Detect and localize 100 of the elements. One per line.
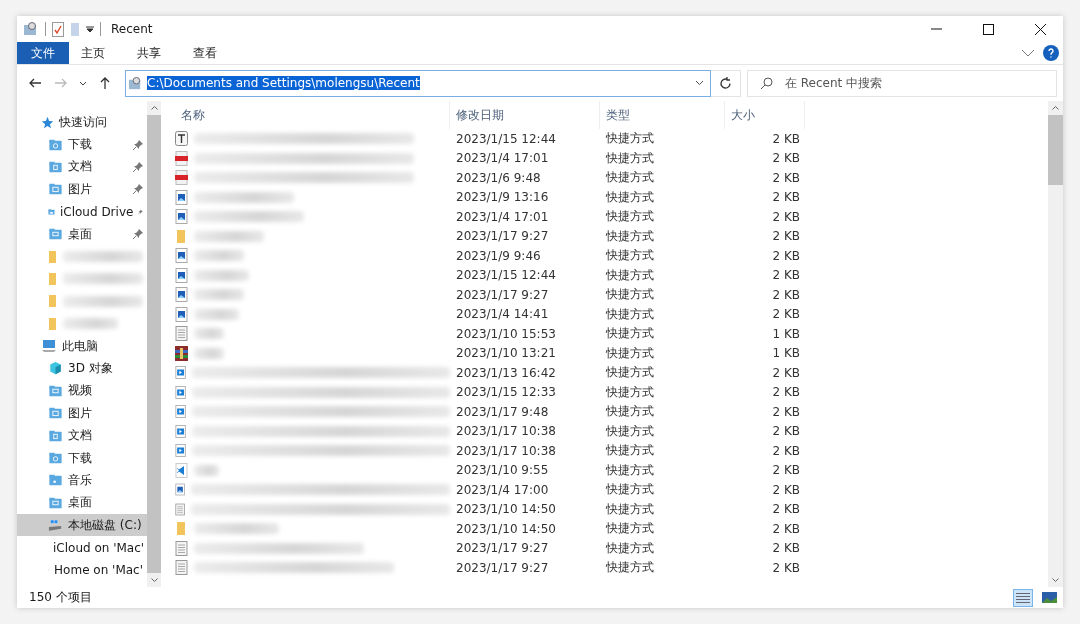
scrollbar[interactable]	[1048, 101, 1063, 587]
size-cell-text: 2 KB	[771, 229, 801, 244]
type-cell-text: 快捷方式	[605, 286, 655, 304]
date-cell-text: 2023/1/17 9:27	[455, 560, 550, 575]
nav-item[interactable]: 本地磁盘 (C:)	[17, 514, 147, 537]
nav-item[interactable]: 图片	[17, 402, 147, 425]
window-title: Recent	[111, 22, 154, 36]
type-cell-text: 快捷方式	[605, 559, 655, 577]
column-header[interactable]: 修改日期	[450, 101, 600, 129]
column-header[interactable]: 大小	[725, 101, 805, 129]
folder-icon	[48, 316, 58, 331]
ribbon-tab[interactable]: 查看	[181, 42, 229, 64]
document-file-icon	[175, 540, 188, 556]
address-field[interactable]: C:\Documents and Settings\molengsu\Recent	[125, 69, 711, 97]
folder-shortcut-icon	[23, 21, 39, 37]
date-cell-text: 2023/1/13 16:42	[455, 365, 557, 380]
date-cell-text: 2023/1/10 14:50	[455, 502, 557, 517]
text-file-icon	[175, 131, 188, 147]
folder-icon	[48, 271, 58, 286]
cube-icon	[48, 361, 63, 376]
nav-item[interactable]: Home on 'Mac'	[17, 558, 147, 582]
refresh-button[interactable]	[711, 69, 741, 97]
date-cell-text: 2023/1/17 9:27	[455, 287, 550, 302]
nav-section[interactable]: 快速访问	[17, 111, 147, 134]
nav-item[interactable]: 视频	[17, 379, 147, 403]
type-cell-text: 快捷方式	[605, 208, 655, 226]
download-folder-icon	[48, 137, 63, 152]
nav-item[interactable]: 文档	[17, 424, 147, 447]
ribbon-tab[interactable]: 文件	[17, 42, 69, 64]
search-icon	[760, 76, 773, 90]
music-folder-icon	[48, 473, 63, 488]
desktop-folder-icon	[48, 495, 63, 510]
date-cell-text: 2023/1/17 9:27	[455, 541, 550, 556]
archive-file-icon	[175, 345, 188, 361]
nav-item[interactable]: iCloud on 'Mac'	[17, 536, 147, 559]
dropdown-icon[interactable]	[86, 26, 94, 32]
help-icon[interactable]	[1043, 45, 1059, 61]
type-cell-text: 快捷方式	[605, 520, 655, 538]
video-folder-icon	[48, 383, 63, 398]
dropdown-icon[interactable]	[695, 80, 704, 86]
nav-item[interactable]: 图片	[17, 178, 147, 201]
size-cell-text: 2 KB	[771, 482, 801, 497]
date-cell-text: 2023/1/4 17:00	[455, 482, 550, 497]
up-arrow-icon	[100, 77, 110, 89]
ribbon-tab[interactable]: 共享	[125, 42, 173, 64]
nav-item[interactable]: 3D 对象	[17, 357, 147, 380]
date-cell-text: 2023/1/6 9:48	[455, 170, 542, 185]
scroll-down-icon[interactable]	[1052, 578, 1059, 582]
image-file-icon	[175, 248, 188, 264]
type-cell-text: 快捷方式	[605, 422, 655, 440]
nav-item[interactable]: 音乐	[17, 469, 147, 492]
document-file-icon	[175, 501, 186, 517]
nav-item[interactable]: 下载	[17, 446, 147, 470]
star-icon	[41, 115, 54, 129]
size-cell-text: 2 KB	[771, 151, 801, 166]
type-cell-text: 快捷方式	[605, 383, 655, 401]
details-view-button[interactable]	[1013, 588, 1033, 607]
landscape-icon	[1041, 592, 1057, 603]
date-cell-text: 2023/1/17 9:48	[455, 404, 550, 419]
nav-section[interactable]: 此电脑	[17, 334, 147, 358]
nav-item[interactable]: 下载	[17, 133, 147, 156]
scrollbar-thumb[interactable]	[1048, 115, 1063, 185]
size-cell-text: 1 KB	[771, 326, 801, 341]
type-cell-text: 快捷方式	[605, 247, 655, 265]
documents-folder-icon	[48, 428, 63, 443]
nav-item[interactable]: 桌面	[17, 491, 147, 515]
column-header[interactable]: 类型	[600, 101, 725, 129]
pictures-folder-icon	[48, 182, 63, 197]
nav-item[interactable]: iCloud Drive	[17, 200, 147, 223]
scroll-up-icon[interactable]	[1052, 106, 1059, 110]
video-file-icon	[175, 365, 187, 381]
forward-arrow-icon	[55, 78, 67, 88]
nav-item[interactable]: 文档	[17, 155, 147, 179]
refresh-icon	[719, 76, 732, 90]
expand-ribbon-icon[interactable]	[1021, 49, 1035, 57]
type-cell-text: 快捷方式	[605, 149, 655, 167]
size-cell-text: 2 KB	[771, 190, 801, 205]
date-cell-text: 2023/1/4 17:01	[455, 151, 550, 166]
column-header[interactable]: 名称	[175, 101, 450, 129]
search-box[interactable]: 在 Recent 中搜索	[747, 69, 1057, 97]
pdf-file-icon	[175, 150, 188, 166]
drive-icon	[48, 518, 63, 533]
image-file-icon	[175, 287, 188, 303]
scroll-down-icon[interactable]	[150, 578, 158, 582]
size-cell-text: 2 KB	[771, 404, 801, 419]
video-file-icon	[175, 384, 187, 400]
size-cell-text: 2 KB	[771, 502, 801, 517]
type-cell-text: 快捷方式	[605, 227, 655, 245]
type-cell-text: 快捷方式	[605, 344, 655, 362]
date-cell-text: 2023/1/15 12:33	[455, 385, 557, 400]
nav-item[interactable]: 桌面	[17, 222, 147, 246]
date-cell-text: 2023/1/17 10:38	[455, 424, 557, 439]
properties-icon[interactable]	[52, 21, 64, 37]
image-file-icon	[175, 482, 186, 498]
size-cell-text: 2 KB	[771, 365, 801, 380]
date-cell-text: 2023/1/17 10:38	[455, 443, 557, 458]
folder-shortcut-icon	[128, 75, 143, 91]
ribbon-tab[interactable]: 主页	[69, 42, 117, 64]
scroll-up-icon[interactable]	[150, 106, 158, 110]
size-cell-text: 2 KB	[771, 287, 801, 302]
